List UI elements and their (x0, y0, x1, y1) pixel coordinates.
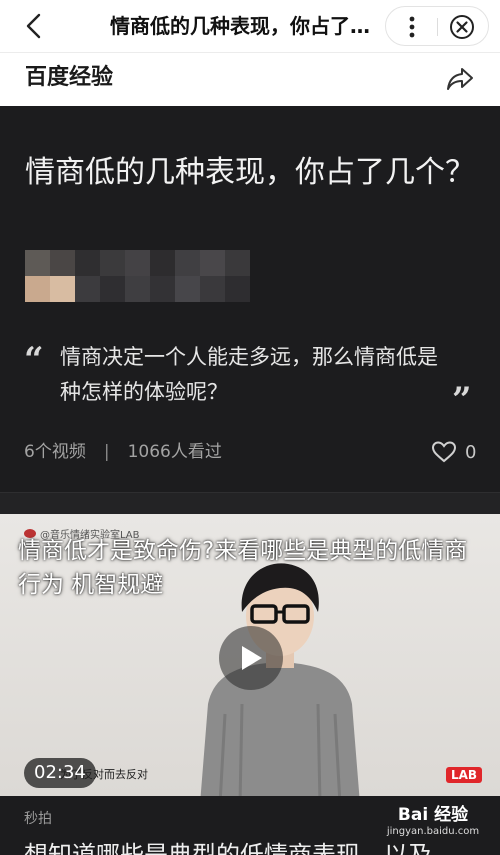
video-player[interactable]: @音乐情绪实验室LAB 情商低才是致命伤?来看哪些是典型的低情商行为 机智规避 … (0, 514, 500, 796)
watermark-url: jingyan.baidu.com (386, 826, 480, 837)
article-card: 情商低的几种表现，你占了几个？ “ 情商决定一个人能走多远，那么情商低是种怎样的… (0, 106, 500, 492)
mini-program-capsule (385, 6, 489, 46)
share-button[interactable] (444, 63, 476, 95)
video-title: 情商低才是致命伤?来看哪些是典型的低情商行为 机智规避 (18, 538, 468, 598)
more-vertical-icon (409, 16, 415, 38)
nav-title: 情商低的几种表现，你占了几个？ (110, 14, 380, 38)
lab-logo-badge: LAB (446, 767, 483, 783)
section-gap (0, 492, 500, 514)
article-title: 情商低的几种表现，你占了几个？ (25, 155, 475, 190)
heart-outline-icon (431, 441, 457, 463)
article-stats: 6个视频 | 1066人看过 (24, 440, 222, 464)
article-quote: 情商决定一个人能走多远，那么情商低是种怎样的体验呢？ (60, 345, 438, 404)
play-button[interactable] (219, 626, 283, 690)
like-button[interactable]: 0 (431, 440, 476, 464)
play-icon (242, 646, 262, 670)
top-nav-bar: 情商低的几种表现，你占了几个？ (0, 0, 500, 53)
baidu-jingyan-watermark: Bai 经验 jingyan.baidu.com (378, 804, 488, 838)
like-count: 0 (465, 441, 477, 463)
capsule-divider (437, 18, 438, 36)
site-header: 百度经验 (0, 53, 500, 106)
watermark-main: Bai 经验 (397, 805, 469, 825)
close-circle-icon (450, 15, 474, 39)
next-step-title: 想知道哪些是典型的低情商表现，以及 (24, 841, 432, 855)
close-button[interactable] (446, 11, 478, 43)
stats-divider: | (103, 442, 110, 462)
quote-open-mark: “ (24, 340, 44, 380)
more-button[interactable] (396, 11, 428, 43)
site-name[interactable]: 百度经验 (25, 62, 113, 94)
quote-close-mark: ” (452, 380, 472, 420)
share-arrow-icon (447, 68, 473, 90)
chevron-left-icon (26, 13, 41, 39)
video-count: 6个视频 (24, 442, 86, 462)
video-duration: 02:34 (24, 758, 96, 788)
bottom-section: 秒拍 想知道哪些是典型的低情商表现，以及 Bai 经验 jingyan.baid… (0, 796, 500, 855)
author-avatar-mosaic (25, 250, 250, 302)
video-platform-label: 秒拍 (24, 811, 52, 827)
back-button[interactable] (20, 12, 48, 40)
view-count: 1066人看过 (127, 442, 222, 462)
